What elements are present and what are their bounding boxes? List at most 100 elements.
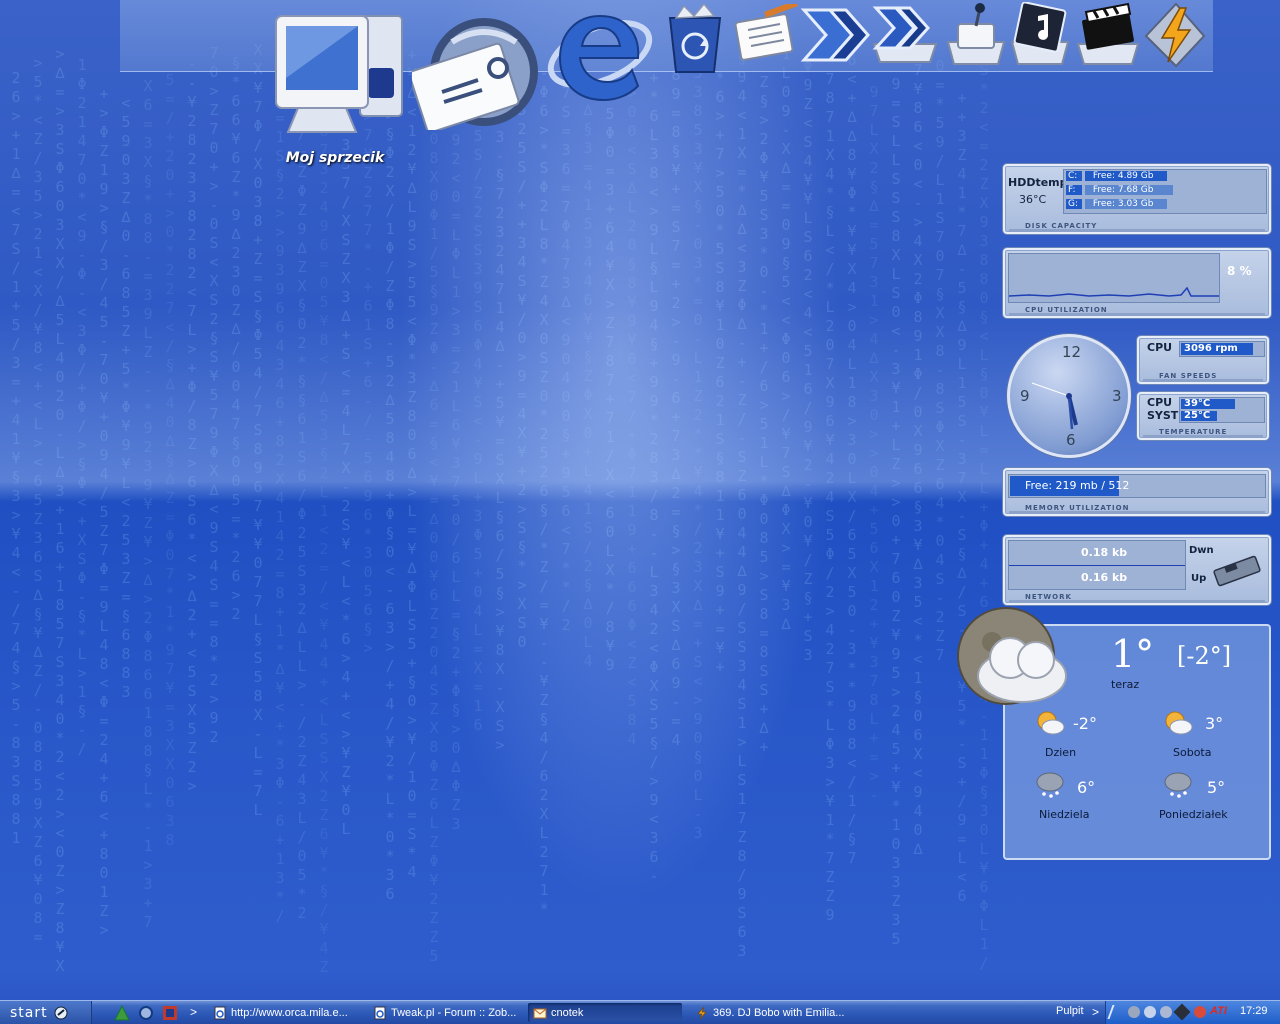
day-temp: 5°	[1207, 778, 1226, 797]
network-graph: 0.18 kb 0.16 kb	[1008, 540, 1186, 590]
network-card-icon	[1213, 555, 1261, 587]
notepad-icon[interactable]	[734, 4, 800, 64]
system-tray: ATI 17:29	[1105, 1001, 1280, 1024]
taskbar-item-label: http://www.orca.mila.e...	[231, 1006, 348, 1019]
drive-row: G: Free: 3.03 Gb	[1066, 199, 1264, 211]
temp-bars: 39°C 25°C	[1179, 397, 1265, 423]
temperature-label: TEMPERATURE	[1159, 428, 1228, 436]
tray-icon[interactable]	[1144, 1006, 1156, 1018]
memory-widget: Free: 219 mb / 512 MEMORY UTILIZATION	[1003, 468, 1271, 516]
day-temp: 3°	[1205, 714, 1224, 733]
recycle-bin-icon[interactable]	[660, 2, 730, 76]
disk-capacity-widget: HDDtemp 36°C C: Free: 4.89 Gb F: Free: 7…	[1003, 164, 1271, 234]
cpu-utilization-widget: 8 % CPU UTILIZATION	[1003, 248, 1271, 318]
temp-value: 39°C	[1184, 398, 1211, 409]
fan-bar: 3096 rpm	[1179, 341, 1265, 357]
start-logo-icon	[54, 1006, 68, 1019]
winamp-icon[interactable]	[1140, 0, 1210, 70]
start-label: start	[10, 1004, 48, 1021]
drive-letter: C:	[1066, 171, 1082, 181]
tray-expand-icon[interactable]	[1107, 1005, 1121, 1019]
music-folder-icon[interactable]	[1008, 2, 1072, 66]
memory-bar: Free: 219 mb / 512	[1008, 474, 1266, 498]
envelope-icon	[533, 1008, 547, 1018]
pulpit-more[interactable]: >	[1092, 1005, 1099, 1019]
cpu-percent: 8 %	[1227, 264, 1252, 278]
day-name: Niedziela	[1039, 808, 1090, 821]
day-name: Dzien	[1045, 746, 1077, 759]
hddtemp-value: 36°C	[1019, 193, 1047, 206]
memory-utilization-label: MEMORY UTILIZATION	[1025, 504, 1130, 512]
drive-row: F: Free: 7.68 Gb	[1066, 185, 1264, 197]
drive-free: Free: 4.89 Gb	[1084, 171, 1167, 181]
day-name: Poniedziałek	[1159, 808, 1228, 821]
winamp-small-icon	[697, 1006, 707, 1019]
snow-cloud-icon	[1036, 772, 1064, 798]
tray-icon[interactable]	[1128, 1006, 1140, 1018]
taskbar-item[interactable]: Tweak.pl - Forum :: Zob...	[368, 1003, 522, 1022]
weather-now-label: teraz	[1111, 678, 1140, 691]
tray-clock[interactable]: 17:29	[1240, 1005, 1268, 1017]
video-folder-icon[interactable]	[1074, 2, 1142, 66]
temp-value: 25°C	[1184, 410, 1211, 421]
sun-cloud-icon	[1165, 711, 1193, 735]
hddtemp-title: HDDtemp	[1008, 176, 1068, 189]
network-tray-icon[interactable]	[1173, 1003, 1191, 1021]
taskbar-item[interactable]: 369. DJ Bobo with Emilia...	[690, 1003, 850, 1022]
drive-list: C: Free: 4.89 Gb F: Free: 7.68 Gb G: Fre…	[1063, 169, 1267, 214]
day-temp: -2°	[1073, 714, 1097, 733]
pulpit-toolbar[interactable]: Pulpit	[1056, 1005, 1084, 1017]
disk-capacity-label: DISK CAPACITY	[1025, 222, 1098, 230]
computer-icon[interactable]	[268, 8, 408, 138]
moon-cloud-icon	[957, 607, 1067, 705]
drive-free: Free: 7.68 Gb	[1084, 185, 1173, 195]
games-folder-icon[interactable]	[944, 2, 1008, 66]
taskbar-item[interactable]: http://www.orca.mila.e...	[208, 1003, 360, 1022]
network-up-value: 0.16 kb	[1081, 571, 1128, 584]
cpu-graph	[1008, 253, 1220, 303]
taskbar: start > http://www.orca.mila.e... Tweak.…	[0, 1000, 1280, 1024]
quick-launch-more[interactable]: >	[190, 1005, 197, 1019]
taskbar-item-label: 369. DJ Bobo with Emilia...	[713, 1006, 845, 1019]
network-down-label: Dwn	[1189, 545, 1214, 556]
internet-explorer-icon[interactable]	[546, 2, 654, 104]
sun-cloud-icon	[1037, 711, 1065, 735]
media-icon[interactable]	[162, 1005, 178, 1021]
ie-page-icon	[214, 1006, 226, 1019]
tray-icon[interactable]	[1194, 1006, 1206, 1018]
drive-free: Free: 3.03 Gb	[1084, 199, 1167, 209]
analog-clock: 12 3 6 9	[1007, 334, 1131, 458]
ati-icon[interactable]: ATI	[1210, 1005, 1227, 1017]
weather-now-temp: 1°	[1111, 632, 1155, 676]
arrow-icon[interactable]	[800, 4, 870, 66]
tray-icon[interactable]	[1160, 1006, 1172, 1018]
drive-row: C: Free: 4.89 Gb	[1066, 171, 1264, 183]
temperature-widget: CPU SYST 39°C 25°C TEMPERATURE	[1137, 392, 1269, 440]
desktop-wallpaper: 2 6 > + 1 ∆ = < 7 S / 1 + 5 / 3 = + 4 1 …	[11, 41, 989, 976]
cpu-utilization-label: CPU UTILIZATION	[1025, 306, 1108, 314]
drive-letter: F:	[1066, 185, 1082, 195]
winamp-agent-icon[interactable]	[114, 1005, 130, 1021]
fan-speeds-label: FAN SPEEDS	[1159, 372, 1218, 380]
ie-page-icon	[374, 1006, 386, 1019]
temp-name: SYST	[1147, 409, 1179, 422]
network-label: NETWORK	[1025, 593, 1072, 601]
temp-name: CPU	[1147, 396, 1173, 409]
desktop-icon-label[interactable]: Moj sprzecik	[270, 150, 400, 166]
memory-text: Free: 219 mb / 512	[1025, 479, 1130, 492]
wallpaper-glow	[360, 0, 880, 1000]
mail-icon[interactable]	[412, 12, 540, 130]
drive-letter: G:	[1066, 199, 1082, 209]
taskbar-item-label: cnotek	[551, 1006, 584, 1019]
network-widget: 0.18 kb 0.16 kb Dwn Up NETWORK	[1003, 535, 1271, 605]
quick-ie-icon[interactable]	[138, 1005, 154, 1021]
day-temp: 6°	[1077, 778, 1096, 797]
start-button[interactable]: start	[0, 1001, 92, 1024]
fan-speed-widget: CPU 3096 rpm FAN SPEEDS	[1137, 336, 1269, 384]
network-down-value: 0.18 kb	[1081, 546, 1128, 559]
fan-value: 3096 rpm	[1184, 343, 1238, 354]
network-up-label: Up	[1191, 573, 1207, 584]
arrow-folder-icon[interactable]	[870, 4, 940, 66]
day-name: Sobota	[1173, 746, 1212, 759]
taskbar-item-active[interactable]: cnotek	[528, 1003, 682, 1022]
